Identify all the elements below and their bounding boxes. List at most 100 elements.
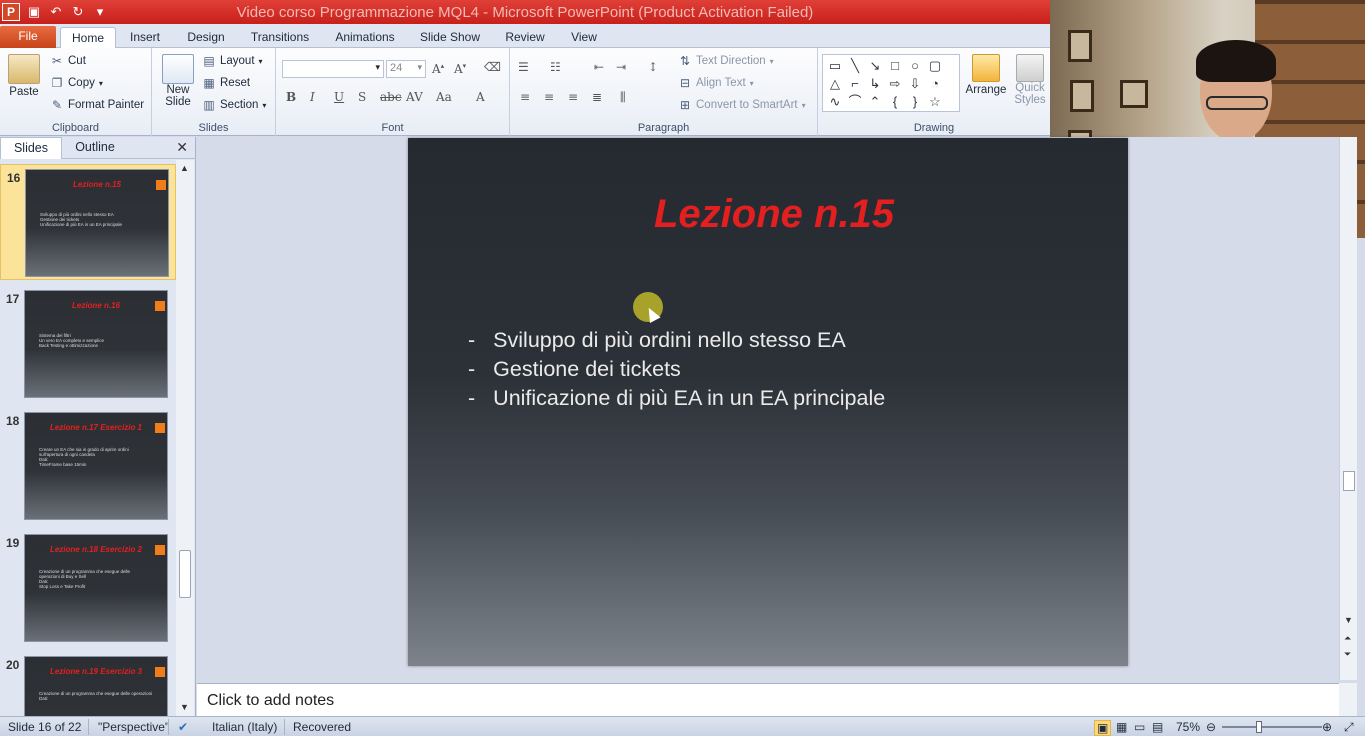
thumbnail-slide-19[interactable]: 19 Lezione n.18 Esercizio 2 Creazione di… [0, 530, 176, 646]
character-spacing-icon[interactable]: AV [406, 90, 423, 104]
slide-title[interactable]: Lezione n.15 [408, 192, 1128, 237]
tab-view[interactable]: View [562, 27, 606, 48]
line-shape-icon[interactable]: ╲ [845, 57, 865, 75]
line-spacing-icon[interactable]: ↕ [648, 60, 658, 74]
theme-name[interactable]: "Perspective" [98, 720, 169, 734]
slide-bullet-list[interactable]: - Sviluppo di più ordini nello stesso EA … [468, 326, 885, 413]
scroll-up-icon[interactable]: ▲ [180, 163, 189, 173]
reset-button[interactable]: ▦ Reset [202, 76, 250, 90]
align-center-icon[interactable]: ≡ [544, 90, 554, 104]
bold-icon[interactable]: B [286, 90, 296, 104]
oval-shape-icon[interactable]: ○ [905, 57, 925, 75]
font-size-dropdown[interactable]: 24 ▾ [386, 60, 426, 78]
arrange-button[interactable]: Arrange [964, 54, 1008, 96]
quick-styles-button[interactable]: Quick Styles [1010, 54, 1050, 106]
zoom-slider-handle[interactable] [1256, 721, 1262, 733]
next-slide-icon[interactable]: ⏷ [1344, 649, 1351, 660]
down-arrow-shape-icon[interactable]: ⇩ [905, 75, 925, 93]
section-button[interactable]: ▥ Section ▾ [202, 98, 266, 112]
zoom-level[interactable]: 75% [1176, 720, 1200, 734]
tab-outline[interactable]: Outline [64, 137, 126, 159]
arrow-line-shape-icon[interactable]: ↘ [865, 57, 885, 75]
zoom-in-icon[interactable]: ⊕ [1322, 720, 1332, 734]
current-slide[interactable]: Lezione n.15 - Sviluppo di più ordini nel… [408, 138, 1128, 666]
editor-scrollbar[interactable]: ▼ ⏶ ⏷ [1339, 137, 1357, 680]
previous-slide-icon[interactable]: ⏶ [1344, 633, 1351, 644]
scrollbar-thumb[interactable] [179, 550, 191, 598]
elbow-arrow-shape-icon[interactable]: ↳ [865, 75, 885, 93]
font-name-dropdown[interactable]: ▾ [282, 60, 384, 78]
thumbnail-slide-16[interactable]: 16 Lezione n.15 Sviluppo di più ordini n… [0, 164, 176, 280]
tab-transitions[interactable]: Transitions [244, 27, 316, 48]
decrease-indent-icon[interactable]: ⇤ [594, 60, 604, 74]
star-shape-icon[interactable]: ☆ [925, 93, 945, 111]
increase-indent-icon[interactable]: ⇥ [616, 60, 626, 74]
scroll-down-icon[interactable]: ▼ [1344, 615, 1353, 625]
slide-sorter-icon[interactable]: ▦ [1116, 720, 1127, 734]
arc-shape-icon[interactable]: ⌃ [865, 93, 885, 111]
change-case-icon[interactable]: Aa [436, 90, 452, 104]
scrollbar-thumb[interactable] [1343, 471, 1355, 491]
left-brace-shape-icon[interactable]: { [885, 93, 905, 111]
right-arrow-shape-icon[interactable]: ⇨ [885, 75, 905, 93]
align-right-icon[interactable]: ≡ [568, 90, 578, 104]
slide-show-icon[interactable]: ▤ [1152, 720, 1163, 734]
tab-insert[interactable]: Insert [120, 27, 170, 48]
font-color-icon[interactable]: A [476, 90, 485, 104]
language-indicator[interactable]: Italian (Italy) [212, 720, 277, 734]
zoom-out-icon[interactable]: ⊖ [1206, 720, 1216, 734]
tab-home[interactable]: Home [60, 27, 116, 48]
freeform-shape-icon[interactable]: ∿ [825, 93, 845, 111]
elbow-connector-shape-icon[interactable]: ⌐ [845, 75, 865, 93]
strikethrough-icon[interactable]: abc [380, 90, 402, 104]
grow-font-icon[interactable]: A▴ [432, 62, 444, 76]
callout-shape-icon[interactable]: ◔ [925, 75, 945, 93]
align-text-button[interactable]: ⊟ Align Text ▾ [678, 76, 754, 90]
cut-button[interactable]: ✂ Cut [50, 54, 86, 68]
tab-slides[interactable]: Slides [0, 137, 62, 159]
right-brace-shape-icon[interactable]: } [905, 93, 925, 111]
curve-shape-icon[interactable]: ⌒ [845, 93, 865, 111]
close-icon[interactable]: ✕ [176, 139, 188, 156]
shapes-gallery[interactable]: ▭ ╲ ↘ □ ○ ▢ △ ⌐ ↳ ⇨ ⇩ ◔ ∿ ⌒ ⌃{} ☆ [822, 54, 960, 112]
normal-view-icon[interactable]: ▣ [1094, 720, 1112, 736]
new-slide-button[interactable]: New Slide [160, 54, 196, 108]
tab-file[interactable]: File [0, 26, 56, 48]
thumbnail-slide-17[interactable]: 17 Lezione n.16 Sistema dei filtri Un ve… [0, 286, 176, 402]
numbering-icon[interactable]: ☷ [550, 60, 561, 74]
scroll-down-icon[interactable]: ▼ [180, 702, 189, 712]
format-painter-button[interactable]: ✎ Format Painter [50, 98, 144, 112]
textbox-shape-icon[interactable]: ▭ [825, 57, 845, 75]
tab-animations[interactable]: Animations [328, 27, 402, 48]
fit-to-window-icon[interactable]: ⤢ [1344, 720, 1354, 735]
dash-marker: - [468, 357, 476, 381]
convert-smartart-button[interactable]: ⊞ Convert to SmartArt ▾ [678, 98, 806, 112]
align-left-icon[interactable]: ≡ [520, 90, 530, 104]
text-direction-button[interactable]: ⇅ Text Direction ▾ [678, 54, 774, 68]
paste-button[interactable]: Paste [6, 54, 42, 98]
notes-scrollbar[interactable] [1339, 683, 1357, 716]
italic-icon[interactable]: I [310, 90, 315, 104]
rounded-rect-shape-icon[interactable]: ▢ [925, 57, 945, 75]
spelling-check-icon[interactable]: ✔ [178, 720, 188, 734]
shrink-font-icon[interactable]: A▾ [454, 62, 466, 76]
zoom-slider[interactable] [1222, 726, 1322, 728]
copy-button[interactable]: ❐ Copy ▾ [50, 76, 103, 90]
clear-formatting-icon[interactable]: ⌫ [484, 60, 501, 74]
columns-icon[interactable]: ⫼ [620, 90, 626, 105]
layout-button[interactable]: ▤ Layout ▾ [202, 54, 262, 68]
reading-view-icon[interactable]: ▭ [1134, 720, 1145, 734]
slides-scrollbar[interactable]: ▲ ▼ [176, 160, 194, 716]
triangle-shape-icon[interactable]: △ [825, 75, 845, 93]
rectangle-shape-icon[interactable]: □ [885, 57, 905, 75]
text-shadow-icon[interactable]: S [358, 90, 366, 104]
justify-icon[interactable]: ≣ [592, 90, 602, 104]
tab-review[interactable]: Review [498, 27, 552, 48]
tab-design[interactable]: Design [180, 27, 232, 48]
underline-icon[interactable]: U [334, 90, 344, 104]
thumbnail-slide-18[interactable]: 18 Lezione n.17 Esercizio 1 Creare un EA… [0, 408, 176, 524]
notes-pane[interactable]: Click to add notes [197, 683, 1339, 716]
bullets-icon[interactable]: ☰ [518, 60, 529, 74]
thumbnail-slide-20[interactable]: 20 Lezione n.19 Esercizio 3 Creazione di… [0, 652, 176, 716]
tab-slide-show[interactable]: Slide Show [414, 27, 486, 48]
